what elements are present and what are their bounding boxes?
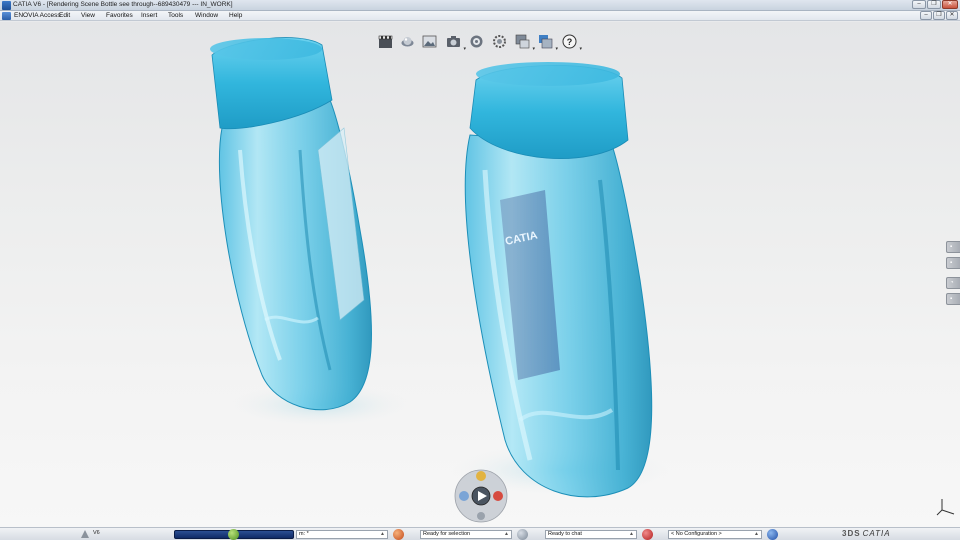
maximize-button[interactable]: ❐ [927, 0, 941, 9]
menu-help[interactable]: Help [229, 12, 242, 19]
command-input[interactable]: m: * ▲ [296, 530, 388, 539]
menu-bar: ENOVIA Access Edit View Favorites Insert… [0, 11, 960, 21]
clapperboard-icon[interactable] [378, 34, 393, 49]
help-glyph: ? [567, 37, 573, 47]
status-ball-grey-icon[interactable] [517, 529, 528, 540]
status-ball-green-icon[interactable] [228, 529, 239, 540]
status-bar: V6 m: * ▲ Ready for selection ▲ Ready to c… [0, 527, 960, 540]
side-tab-4[interactable]: ▪ [946, 293, 960, 305]
v6-icon[interactable] [80, 529, 90, 539]
menu-window[interactable]: Window [195, 12, 218, 19]
status-ball-orange-icon[interactable] [393, 529, 404, 540]
doc-close-button[interactable]: ✕ [946, 11, 958, 20]
status-ball-blue-icon[interactable] [767, 529, 778, 540]
settings-gear-icon[interactable] [492, 34, 507, 49]
side-tab-2[interactable]: ▪ [946, 257, 960, 269]
side-tab-1[interactable]: ▪ [946, 241, 960, 253]
doc-minimize-button[interactable]: – [920, 11, 932, 20]
document-window-controls: – ❐ ✕ [920, 11, 958, 20]
menu-insert[interactable]: Insert [141, 12, 157, 19]
image-frame-icon[interactable] [422, 34, 437, 49]
status-ball-red-icon[interactable] [642, 529, 653, 540]
window-title: CATIA V6 - [Rendering Scene Bottle see t… [13, 1, 233, 8]
version-label: V6 [93, 530, 100, 536]
catia-brand-logo: 3DS CATIA [842, 529, 891, 538]
screen-capture-icon[interactable]: ▾ [515, 34, 535, 52]
title-bar: CATIA V6 - [Rendering Scene Bottle see t… [0, 0, 960, 11]
window-controls: – ❐ ✕ [912, 0, 958, 9]
doc-restore-button[interactable]: ❐ [933, 11, 945, 20]
axis-compass-icon[interactable] [936, 498, 956, 516]
help-icon[interactable]: ? ▾ [562, 34, 582, 52]
menu-view[interactable]: View [81, 12, 95, 19]
menu-enovia-access[interactable]: ENOVIA Access [14, 12, 61, 19]
scene-library-icon[interactable]: ▾ [538, 34, 558, 52]
gear-wheel-icon[interactable] [469, 34, 484, 49]
document-icon[interactable] [2, 12, 11, 20]
side-tab-3[interactable]: ◔ [946, 277, 960, 289]
robot-manipulator[interactable] [450, 467, 512, 525]
3d-viewport[interactable]: CATIA [0, 22, 960, 527]
render-sphere-icon[interactable] [400, 34, 415, 49]
menu-edit[interactable]: Edit [59, 12, 70, 19]
catia-app-icon[interactable] [2, 1, 11, 10]
selection-status-field: Ready for selection ▲ [420, 530, 512, 539]
chat-status-field: Ready to chat ▲ [545, 530, 637, 539]
camera-icon[interactable]: ▾ [446, 34, 466, 52]
menu-tools[interactable]: Tools [168, 12, 183, 19]
configuration-field[interactable]: < No Configuration > ▲ [668, 530, 762, 539]
rendered-bottles-scene: CATIA [210, 37, 670, 498]
close-button[interactable]: ✕ [942, 0, 958, 9]
minimize-button[interactable]: – [912, 0, 926, 9]
menu-favorites[interactable]: Favorites [106, 12, 133, 19]
